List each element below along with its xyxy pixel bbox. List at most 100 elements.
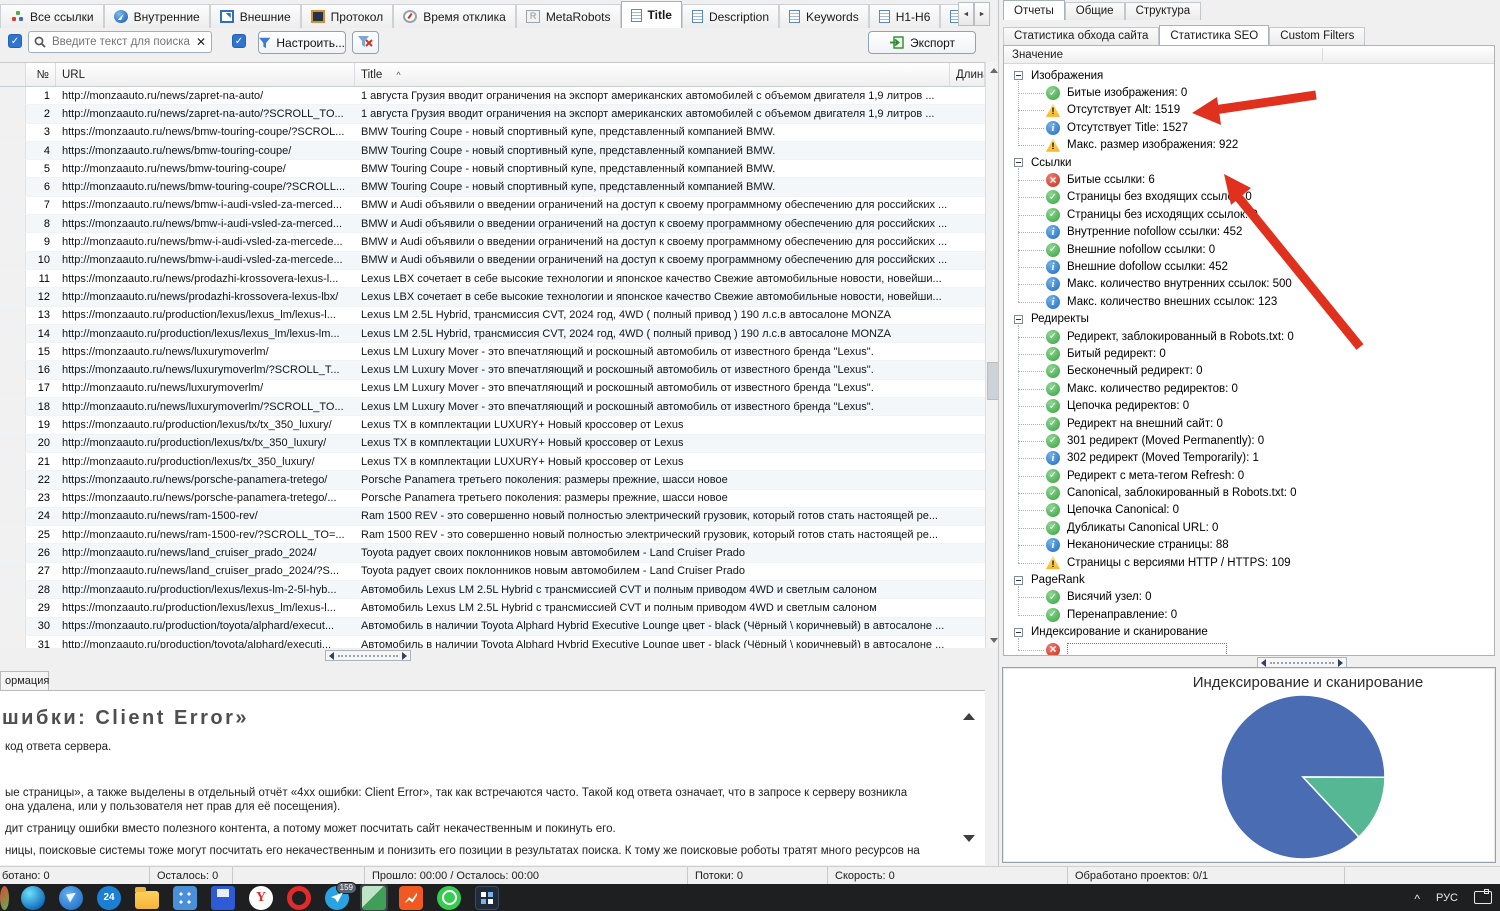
- tree-section-редиректы[interactable]: Редиректы: [1004, 310, 1494, 327]
- tree-item[interactable]: Цепочка Canonical: 0: [1004, 502, 1494, 519]
- tree-section-индексирование-и-сканирование[interactable]: Индексирование и сканирование: [1004, 624, 1494, 641]
- tree-item[interactable]: Перенаправление: 0: [1004, 606, 1494, 623]
- report-tab-время-отклика[interactable]: Время отклика: [393, 4, 516, 28]
- collapse-icon[interactable]: [1014, 71, 1023, 80]
- tree-item[interactable]: Страницы без исходящих ссылок: 0: [1004, 206, 1494, 223]
- collapse-icon[interactable]: [1014, 315, 1023, 324]
- table-row[interactable]: 8https://monzaauto.ru/news/bmw-i-audi-vs…: [0, 215, 985, 233]
- table-row[interactable]: 6http://monzaauto.ru/news/bmw-touring-co…: [0, 178, 985, 196]
- active-app-highlight[interactable]: [360, 884, 388, 911]
- horizontal-splitter-handle[interactable]: [325, 650, 411, 661]
- table-row[interactable]: 9http://monzaauto.ru/news/bmw-i-audi-vsl…: [0, 233, 985, 251]
- table-row[interactable]: 22https://monzaauto.ru/news/porsche-pana…: [0, 471, 985, 489]
- tab-scroll-right-icon[interactable]: ►: [974, 2, 990, 26]
- table-row[interactable]: 1http://monzaauto.ru/news/zapret-na-auto…: [0, 87, 985, 105]
- tree-item[interactable]: Внешние dofollow ссылки: 452: [1004, 258, 1494, 275]
- touch-keyboard-icon[interactable]: [1474, 891, 1492, 904]
- table-row[interactable]: 3https://monzaauto.ru/news/bmw-touring-c…: [0, 124, 985, 142]
- table-row[interactable]: 2http://monzaauto.ru/news/zapret-na-auto…: [0, 105, 985, 123]
- tree-item[interactable]: Макс. количество внутренних ссылок: 500: [1004, 276, 1494, 293]
- taskbar-telegram-icon[interactable]: 159: [325, 886, 349, 910]
- taskbar-chartapp-icon[interactable]: [399, 886, 423, 910]
- table-row[interactable]: 5http://monzaauto.ru/news/bmw-touring-co…: [0, 160, 985, 178]
- table-row[interactable]: 14http://monzaauto.ru/production/lexus/l…: [0, 325, 985, 343]
- table-row[interactable]: 17http://monzaauto.ru/news/luxurymoverlm…: [0, 380, 985, 398]
- report-tab-keywords[interactable]: Keywords: [779, 4, 869, 28]
- taskbar-save-icon[interactable]: [211, 886, 235, 910]
- tree-item[interactable]: Дубликаты Canonical URL: 0: [1004, 519, 1494, 536]
- tab-seo-statistics[interactable]: Статистика SEO: [1159, 25, 1269, 45]
- tree-item[interactable]: Цепочка редиректов: 0: [1004, 397, 1494, 414]
- tree-item[interactable]: Редирект, заблокированный в Robots.txt: …: [1004, 328, 1494, 345]
- tree-item[interactable]: Макс. размер изображения: 922: [1004, 137, 1494, 154]
- tree-item[interactable]: Внешние nofollow ссылки: 0: [1004, 241, 1494, 258]
- info-panel-tab[interactable]: ормация: [0, 671, 49, 690]
- tree-item[interactable]: Редирект на внешний сайт: 0: [1004, 415, 1494, 432]
- column-header-url[interactable]: URL: [56, 63, 355, 86]
- tree-item[interactable]: Canonical, заблокированный в Robots.txt:…: [1004, 484, 1494, 501]
- collapse-icon[interactable]: [1014, 158, 1023, 167]
- table-row[interactable]: 21http://monzaauto.ru/production/lexus/t…: [0, 453, 985, 471]
- tab-general[interactable]: Общие: [1065, 2, 1125, 20]
- taskbar-tiles-icon[interactable]: [475, 886, 499, 910]
- tree-item[interactable]: [1004, 641, 1494, 655]
- tree-item[interactable]: Неканонические страницы: 88: [1004, 537, 1494, 554]
- table-row[interactable]: 28http://monzaauto.ru/production/lexus/l…: [0, 581, 985, 599]
- taskbar-edge-icon[interactable]: [21, 886, 45, 910]
- splitter-right-icon[interactable]: [1338, 659, 1343, 667]
- export-button[interactable]: Экспорт: [868, 31, 976, 54]
- table-row[interactable]: 20http://monzaauto.ru/production/lexus/t…: [0, 435, 985, 453]
- splitter-left-icon[interactable]: [1261, 659, 1266, 667]
- report-tab-все-ссылки[interactable]: Все ссылки: [0, 4, 104, 28]
- taskbar-yandex-icon[interactable]: Y: [249, 886, 273, 910]
- tree-item[interactable]: Страницы с версиями HTTP / HTTPS: 109: [1004, 554, 1494, 571]
- taskbar-calculator-icon[interactable]: [173, 886, 197, 910]
- configure-filter-button[interactable]: Настроить...: [258, 31, 346, 54]
- search-box[interactable]: ✕: [28, 31, 212, 53]
- tree-item[interactable]: Висячий узел: 0: [1004, 589, 1494, 606]
- column-header-number[interactable]: №: [26, 63, 56, 86]
- table-row[interactable]: 13https://monzaauto.ru/production/lexus/…: [0, 307, 985, 325]
- tree-item[interactable]: Отсутствует Title: 1527: [1004, 119, 1494, 136]
- tree-item[interactable]: 302 редирект (Moved Temporarily): 1: [1004, 450, 1494, 467]
- tab-scroll-left-icon[interactable]: ◄: [958, 2, 974, 26]
- tree-item[interactable]: Битые изображения: 0: [1004, 84, 1494, 101]
- report-tab-внешние[interactable]: Внешние: [210, 4, 301, 28]
- splitter-right-icon[interactable]: [402, 652, 407, 660]
- tree-item[interactable]: Страницы без входящих ссылок: 0: [1004, 189, 1494, 206]
- table-row[interactable]: 31http://monzaauto.ru/production/toyota/…: [0, 636, 985, 648]
- taskbar-whatsapp-icon[interactable]: [437, 886, 461, 910]
- report-tab-h1-h6[interactable]: H1-H6: [869, 4, 941, 28]
- tab-structure[interactable]: Структура: [1125, 2, 1202, 20]
- tree-item[interactable]: Редирект с мета-тегом Refresh: 0: [1004, 467, 1494, 484]
- report-tab-description[interactable]: Description: [682, 4, 779, 28]
- taskbar-opera-icon[interactable]: [287, 886, 311, 910]
- taskbar-folder-icon[interactable]: [135, 891, 159, 909]
- column-header-length[interactable]: Длина: [950, 63, 985, 86]
- table-row[interactable]: 16https://monzaauto.ru/news/luxurymoverl…: [0, 361, 985, 379]
- table-row[interactable]: 18http://monzaauto.ru/news/luxurymoverlm…: [0, 398, 985, 416]
- report-tab-metarobots[interactable]: MetaRobots: [516, 4, 621, 28]
- tree-item[interactable]: Макс. количество редиректов: 0: [1004, 380, 1494, 397]
- table-row[interactable]: 25http://monzaauto.ru/news/ram-1500-rev/…: [0, 526, 985, 544]
- tree-section-ссылки[interactable]: Ссылки: [1004, 154, 1494, 171]
- tray-chevron-icon[interactable]: ^: [1414, 892, 1420, 906]
- table-row[interactable]: 23https://monzaauto.ru/news/porsche-pana…: [0, 490, 985, 508]
- table-row[interactable]: 27http://monzaauto.ru/news/land_cruiser_…: [0, 563, 985, 581]
- search-clear-icon[interactable]: ✕: [196, 36, 206, 48]
- search-input[interactable]: [50, 35, 192, 49]
- column-header-title[interactable]: Title ^: [355, 63, 950, 86]
- report-tab-внутренние[interactable]: Внутренние: [104, 4, 210, 28]
- table-row[interactable]: 19https://monzaauto.ru/production/lexus/…: [0, 416, 985, 434]
- table-row[interactable]: 4https://monzaauto.ru/news/bmw-touring-c…: [0, 142, 985, 160]
- table-row[interactable]: 26http://monzaauto.ru/news/land_cruiser_…: [0, 544, 985, 562]
- clear-filter-button[interactable]: [352, 31, 379, 54]
- row-selector-column-header[interactable]: [0, 63, 26, 86]
- table-row[interactable]: 12http://monzaauto.ru/news/prodazhi-kros…: [0, 288, 985, 306]
- table-row[interactable]: 7https://monzaauto.ru/news/bmw-i-audi-vs…: [0, 197, 985, 215]
- info-scroll-up-icon[interactable]: [963, 713, 975, 720]
- tab-crawl-statistics[interactable]: Статистика обхода сайта: [1003, 27, 1159, 45]
- table-row[interactable]: 30https://monzaauto.ru/production/toyota…: [0, 618, 985, 636]
- language-indicator[interactable]: РУС: [1436, 892, 1458, 904]
- report-tab-title[interactable]: Title: [621, 1, 682, 28]
